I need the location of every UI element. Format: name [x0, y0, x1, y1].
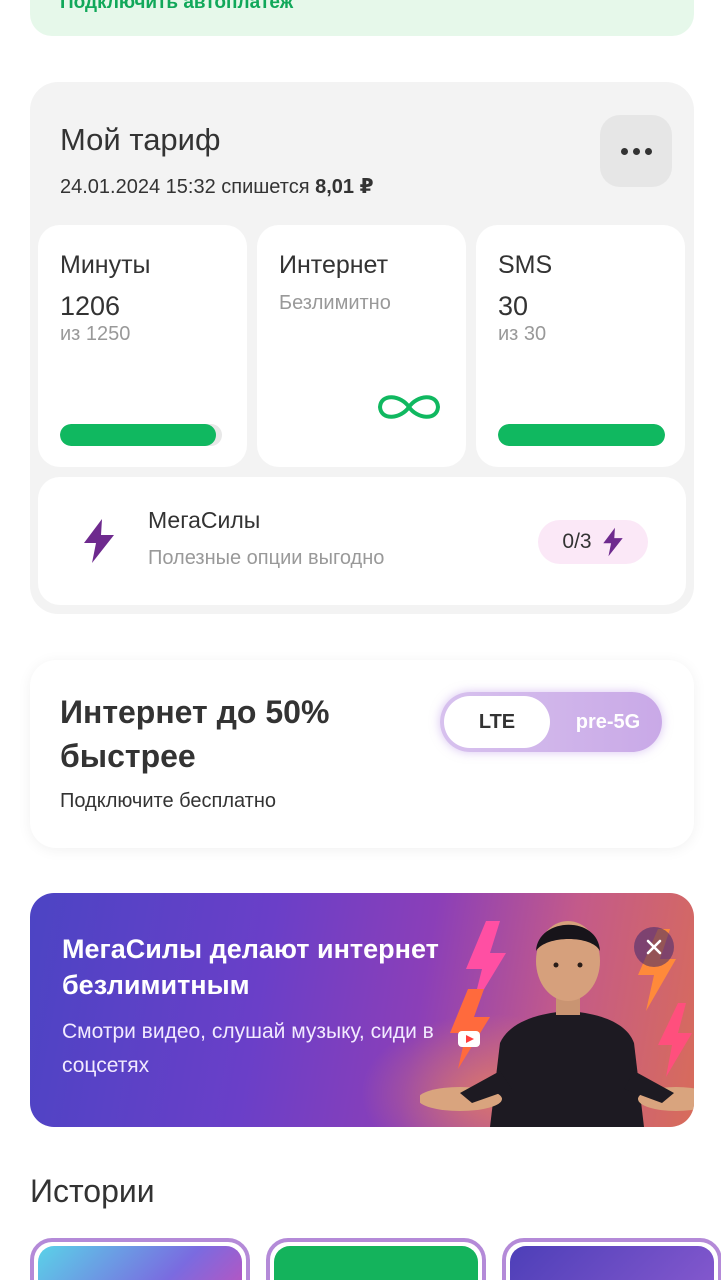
autopay-banner[interactable]: Подключить автоплатеж	[30, 0, 694, 36]
more-icon	[620, 147, 652, 155]
infinity-icon	[377, 395, 441, 419]
megasily-subtitle: Полезные опции выгодно	[148, 547, 385, 569]
minutes-progress-bar	[60, 424, 222, 446]
tile-label: SMS	[498, 251, 553, 279]
tile-sub: из 30	[498, 323, 547, 345]
tariff-card: Мой тариф 24.01.2024 15:32 спишется 8,01…	[30, 82, 694, 614]
tile-sms[interactable]: SMS 30 из 30	[476, 225, 685, 467]
banner-subtitle: Смотри видео, слушай музыку, сиди в соцс…	[62, 1020, 434, 1077]
more-button[interactable]	[600, 115, 672, 187]
lightning-icon	[602, 527, 623, 557]
megasily-counter: 0/3	[562, 530, 592, 553]
tile-sub: из 1250	[60, 323, 131, 345]
banner-title: МегаСилы делают интернет безлимитным	[62, 934, 439, 1000]
close-button[interactable]	[634, 927, 674, 967]
story-item[interactable]	[266, 1238, 486, 1280]
megasily-card[interactable]: МегаСилы Полезные опции выгодно 0/3	[38, 477, 686, 605]
tile-minutes[interactable]: Минуты 1206 из 1250	[38, 225, 247, 467]
tariff-title: Мой тариф	[60, 122, 221, 157]
promo-subtitle: Подключите бесплатно	[60, 790, 277, 812]
autopay-label: Подключить автоплатеж	[60, 0, 294, 13]
network-mode-toggle[interactable]: LTE pre-5G	[440, 692, 662, 752]
charge-date: 24.01.2024 15:32 спишется	[60, 176, 310, 198]
sms-progress-bar	[498, 424, 665, 446]
toggle-option-pre5g[interactable]: pre-5G	[558, 692, 658, 752]
close-icon	[646, 939, 662, 955]
tile-label: Интернет	[279, 251, 389, 279]
megasily-title: МегаСилы	[148, 507, 261, 533]
tile-value: 1206	[60, 291, 121, 321]
story-item[interactable]	[502, 1238, 721, 1280]
tariff-charge-info: 24.01.2024 15:32 спишется 8,01 ₽	[60, 174, 374, 199]
promo-title: Интернет до 50% быстрее	[60, 694, 330, 774]
tile-status: Безлимитно	[279, 292, 391, 314]
lightning-icon	[84, 519, 114, 563]
megasily-promo-banner[interactable]: МегаСилы делают интернет безлимитным Смо…	[30, 893, 694, 1127]
charge-amount: 8,01 ₽	[315, 176, 374, 198]
tile-label: Минуты	[60, 251, 151, 279]
tile-value: 30	[498, 291, 529, 321]
story-item[interactable]	[30, 1238, 250, 1280]
stories-heading: Истории	[30, 1173, 155, 1209]
tile-internet[interactable]: Интернет Безлимитно	[257, 225, 466, 467]
internet-speed-promo[interactable]: Интернет до 50% быстрее Подключите беспл…	[30, 660, 694, 848]
toggle-option-lte[interactable]: LTE	[444, 696, 550, 748]
megasily-counter-badge: 0/3	[538, 520, 648, 564]
